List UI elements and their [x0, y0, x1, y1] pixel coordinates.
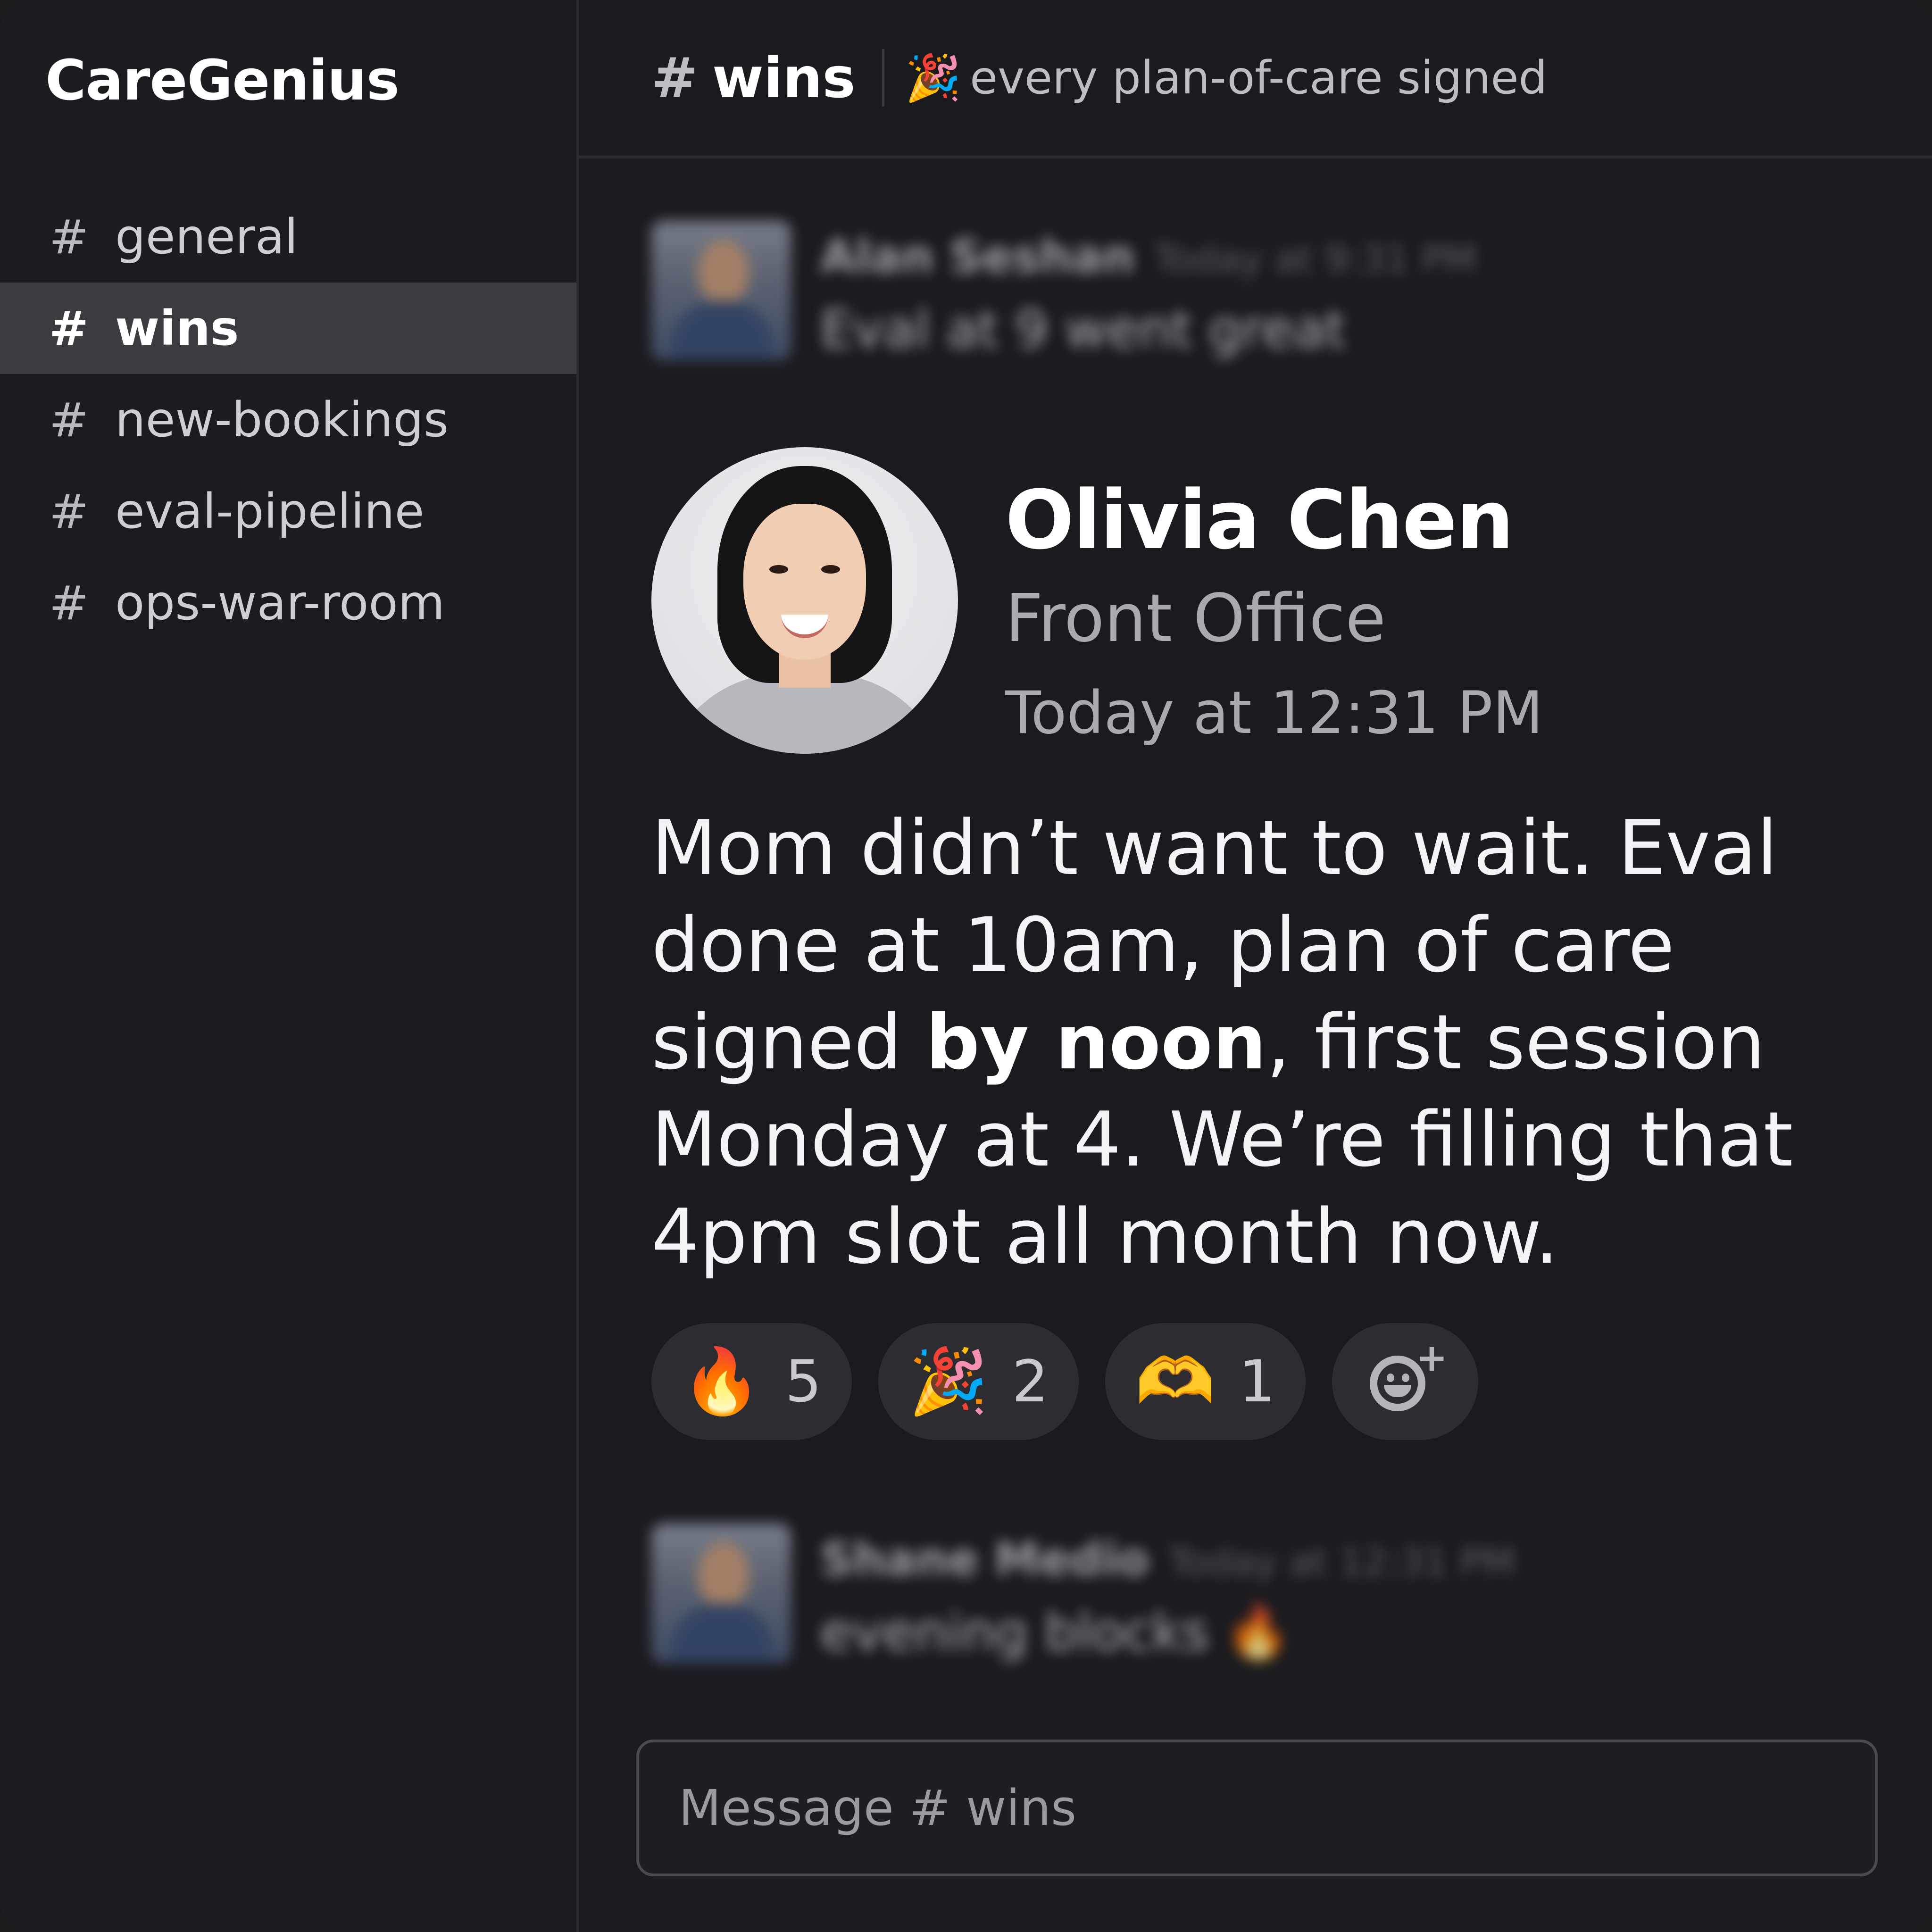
avatar[interactable] [651, 1524, 791, 1663]
reaction-count: 2 [1012, 1348, 1049, 1415]
channel-label: new-bookings [115, 391, 449, 448]
reaction-fire[interactable]: 🔥 5 [651, 1323, 852, 1440]
channel-title[interactable]: # wins [651, 45, 856, 110]
avatar[interactable] [651, 221, 791, 360]
hash-icon: # [49, 392, 89, 448]
message-text: evening blocks 🔥 [820, 1602, 1291, 1662]
channel-view: # wins 🎉 every plan-of-care signed Alan S… [579, 0, 1932, 1932]
channel-header: # wins 🎉 every plan-of-care signed [579, 0, 1932, 158]
reaction-count: 5 [785, 1348, 822, 1415]
message-next: Shane Medio Today at 12:31 PM evening bl… [651, 1524, 1515, 1663]
add-reaction-button[interactable]: + [1332, 1323, 1478, 1440]
hash-icon: # [651, 45, 698, 110]
party-popper-icon: 🎉 [905, 51, 962, 104]
header-divider [882, 49, 884, 107]
sidebar-item-eval-pipeline[interactable]: # eval-pipeline [0, 466, 576, 557]
fire-icon: 🔥 [682, 1344, 762, 1419]
workspace-name[interactable]: CareGenius [45, 45, 400, 116]
author-name[interactable]: Alan Seshan [820, 230, 1135, 283]
hash-icon: # [49, 575, 89, 631]
reaction-party[interactable]: 🎉 2 [878, 1323, 1079, 1440]
add-reaction-icon: + [1369, 1336, 1448, 1417]
message-timestamp: Today at 12:31 PM [1005, 679, 1543, 747]
reaction-bar: 🔥 5 🎉 2 🫶 1 + [651, 1323, 1857, 1440]
message-timestamp: Today at 9:31 PM [1153, 237, 1477, 281]
hash-icon: # [49, 209, 89, 265]
message-previous: Alan Seshan Today at 9:31 PM Eval at 9 w… [651, 221, 1477, 360]
sidebar-item-new-bookings[interactable]: # new-bookings [0, 374, 576, 466]
hash-icon: # [49, 300, 89, 356]
sidebar-item-general[interactable]: # general [0, 191, 576, 283]
message-composer [636, 1740, 1878, 1876]
message-timestamp: Today at 12:31 PM [1168, 1540, 1516, 1584]
heart-hands-icon: 🫶 [1135, 1344, 1216, 1419]
channel-list: # general # wins # new-bookings # eval-p… [0, 191, 576, 649]
message-featured: Olivia Chen Front Office Today at 12:31 … [651, 447, 1857, 1440]
channel-name: wins [712, 45, 856, 110]
reaction-heart-hands[interactable]: 🫶 1 [1105, 1323, 1306, 1440]
party-popper-icon: 🎉 [908, 1344, 989, 1419]
message-text: Eval at 9 went great [820, 299, 1346, 359]
message-input[interactable] [678, 1779, 1875, 1837]
sidebar: CareGenius # general # wins # new-bookin… [0, 0, 579, 1932]
channel-topic: every plan-of-care signed [970, 51, 1548, 104]
sidebar-item-wins[interactable]: # wins [0, 283, 576, 374]
hash-icon: # [49, 483, 89, 539]
channel-label: wins [115, 300, 239, 357]
reaction-count: 1 [1239, 1348, 1275, 1415]
channel-label: ops-war-room [115, 575, 445, 631]
author-name[interactable]: Shane Medio [820, 1533, 1149, 1586]
author-role: Front Office [1005, 580, 1386, 657]
message-text: Mom didn’t want to wait. Eval done at 10… [651, 804, 1793, 1281]
author-name[interactable]: Olivia Chen [1005, 473, 1543, 567]
sidebar-item-ops-war-room[interactable]: # ops-war-room [0, 557, 576, 649]
channel-label: eval-pipeline [115, 483, 425, 540]
app-window: CareGenius # general # wins # new-bookin… [0, 0, 1932, 1932]
message-bold-text: by noon [925, 998, 1266, 1086]
channel-label: general [115, 208, 298, 265]
avatar[interactable] [651, 447, 958, 754]
